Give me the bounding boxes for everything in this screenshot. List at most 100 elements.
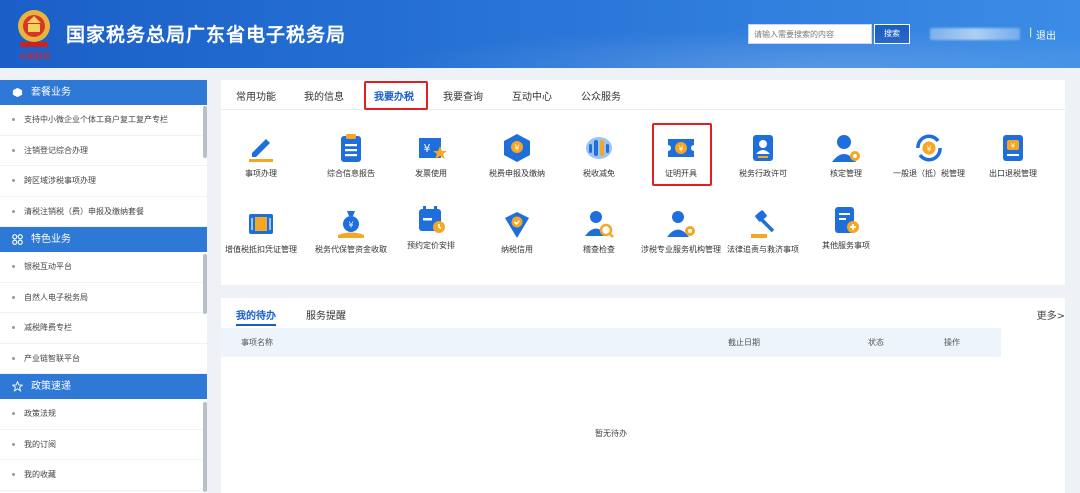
top-header: 中国税务 国家税务总局广东省电子税务局 搜索 | 退出 xyxy=(0,0,1080,68)
service-label: 税费申报及缴纳 xyxy=(489,169,545,178)
service-label: 核定管理 xyxy=(830,169,862,178)
todo-table-header: 事项名称 截止日期 状态 操作 xyxy=(221,328,1001,357)
service-label: 税收减免 xyxy=(583,169,615,178)
sidebar-item-label: 清税注销税（费）申报及缴纳套餐 xyxy=(24,206,144,216)
sidebar-item[interactable]: 减税降费专栏 xyxy=(0,313,207,344)
service-label: 法律追责与救济事项 xyxy=(727,245,799,254)
sidebar-item[interactable]: 银税互动平台 xyxy=(0,252,207,283)
svg-text:¥: ¥ xyxy=(1011,142,1016,150)
service-item-custody-funds[interactable]: ¥ 税务代保管资金收取 xyxy=(311,208,391,255)
service-item-inspection[interactable]: 稽查检查 xyxy=(559,208,639,255)
pen-icon xyxy=(249,139,273,162)
service-item-info-report[interactable]: 综合信息报告 xyxy=(311,132,391,179)
more-link[interactable]: 更多> xyxy=(1037,307,1065,322)
invoice-icon: ¥ xyxy=(419,138,447,159)
tab-public-service[interactable]: 公众服务 xyxy=(581,88,621,103)
sidebar-item-label: 减税降费专栏 xyxy=(24,323,72,332)
sidebar-item[interactable]: 清税注销税（费）申报及缴纳套餐 xyxy=(0,197,207,227)
service-label: 纳税信用 xyxy=(501,245,533,254)
export-refund-icon: ¥ xyxy=(1003,135,1023,161)
service-label: 出口退税管理 xyxy=(989,169,1037,178)
coin-stack-icon xyxy=(586,137,612,159)
column-header-status: 状态 xyxy=(868,338,884,347)
highlighted-service-box xyxy=(652,123,712,186)
service-label: 一般退（抵）税管理 xyxy=(893,169,965,178)
active-tab-underline xyxy=(236,324,276,326)
sidebar-item[interactable]: 跨区域涉税事项办理 xyxy=(0,166,207,197)
clipboard-icon xyxy=(341,134,361,162)
service-item-tax-credit[interactable]: 纳税信用 xyxy=(477,208,557,255)
active-tab-highlight xyxy=(364,81,428,110)
tab-service-reminder[interactable]: 服务提醒 xyxy=(306,307,346,322)
sidebar-item-label: 跨区域涉税事项办理 xyxy=(24,176,96,185)
service-item-declaration[interactable]: ¥ 税费申报及缴纳 xyxy=(477,132,557,179)
sidebar-section-packages[interactable]: 套餐业务 xyxy=(0,80,207,105)
tab-common-functions[interactable]: 常用功能 xyxy=(236,88,276,103)
sidebar-section-policy[interactable]: 政策速递 xyxy=(0,374,207,399)
scrollbar-thumb[interactable] xyxy=(203,402,207,492)
logout-link[interactable]: 退出 xyxy=(1036,27,1056,42)
service-item-pricing-arrangement[interactable]: 预约定价安排 xyxy=(391,204,471,251)
sidebar-item[interactable]: 我的订阅 xyxy=(0,430,207,460)
sidebar-item-label: 银税互动平台 xyxy=(24,262,72,271)
service-label: 税务行政许可 xyxy=(739,169,787,178)
search-input[interactable] xyxy=(748,24,872,44)
sidebar-section-title: 政策速递 xyxy=(31,381,71,392)
service-item-export-refund[interactable]: ¥ 出口退税管理 xyxy=(973,132,1053,179)
service-label: 增值税抵扣凭证管理 xyxy=(225,245,297,254)
blurred-username xyxy=(930,28,1020,40)
svg-text:¥: ¥ xyxy=(348,221,353,230)
svg-text:¥: ¥ xyxy=(514,144,519,153)
service-item-general-refund[interactable]: ¥ 一般退（抵）税管理 xyxy=(889,132,969,179)
service-label: 税务代保管资金收取 xyxy=(315,245,387,254)
column-header-action: 操作 xyxy=(944,338,960,347)
sidebar-item-label: 我的收藏 xyxy=(24,470,56,479)
main-tabs: 常用功能 我的信息 我要办税 我要查询 互动中心 公众服务 xyxy=(221,80,1065,110)
services-panel: 常用功能 我的信息 我要办税 我要查询 互动中心 公众服务 事项办理 综合信息报… xyxy=(221,80,1065,285)
tab-my-todo[interactable]: 我的待办 xyxy=(236,307,276,322)
sidebar-section-featured[interactable]: 特色业务 xyxy=(0,227,207,252)
service-item-vat-voucher[interactable]: 增值税抵扣凭证管理 xyxy=(221,208,301,255)
sidebar-item[interactable]: 支持中小微企业个体工商户复工复产专栏 xyxy=(0,105,207,136)
service-item-assessment[interactable]: 核定管理 xyxy=(806,132,886,179)
inspector-icon xyxy=(585,211,614,238)
column-header-name: 事项名称 xyxy=(241,338,273,347)
service-label: 稽查检查 xyxy=(583,245,615,254)
sidebar-item-label: 自然人电子税务局 xyxy=(24,292,88,302)
user-gear-icon xyxy=(832,135,860,162)
service-item-matter-handling[interactable]: 事项办理 xyxy=(221,132,301,179)
service-item-other-services[interactable]: 其他服务事项 xyxy=(806,204,886,251)
tab-query[interactable]: 我要查询 xyxy=(443,88,483,103)
scrollbar-thumb[interactable] xyxy=(203,254,207,314)
sidebar-item[interactable]: 我的收藏 xyxy=(0,460,207,491)
scrollbar-thumb[interactable] xyxy=(203,106,207,158)
tab-my-info[interactable]: 我的信息 xyxy=(304,88,344,103)
empty-state-text: 暂无待办 xyxy=(595,429,627,438)
voucher-icon xyxy=(249,214,273,234)
calendar-clock-icon xyxy=(419,206,445,233)
sidebar-item[interactable]: 自然人电子税务局 xyxy=(0,283,207,313)
todo-panel: 我的待办 服务提醒 更多> 事项名称 截止日期 状态 操作 暂无待办 xyxy=(221,298,1065,493)
svg-text:¥: ¥ xyxy=(926,145,931,154)
agent-icon xyxy=(667,211,695,237)
sidebar-item-label: 支持中小微企业个体工商户复工复产专栏 xyxy=(24,115,168,124)
column-header-deadline: 截止日期 xyxy=(728,338,760,347)
sidebar-item-label: 政策法规 xyxy=(24,409,56,418)
sidebar-item[interactable]: 产业链智联平台 xyxy=(0,344,207,374)
service-item-tax-reduction[interactable]: 税收减免 xyxy=(559,132,639,179)
refund-cycle-icon: ¥ xyxy=(916,134,942,162)
search-button[interactable]: 搜索 xyxy=(874,24,910,44)
document-plus-icon xyxy=(835,207,859,233)
service-label: 发票使用 xyxy=(415,169,447,178)
header-separator: | xyxy=(1029,27,1033,38)
sidebar-item[interactable]: 注销登记综合办理 xyxy=(0,136,207,166)
service-item-admin-license[interactable]: 税务行政许可 xyxy=(723,132,803,179)
tax-emblem-logo: 中国税务 xyxy=(18,10,51,61)
sidebar-item[interactable]: 政策法规 xyxy=(0,399,207,430)
credit-shield-icon xyxy=(505,212,529,238)
service-item-invoice[interactable]: ¥ 发票使用 xyxy=(391,132,471,179)
service-item-agency-management[interactable]: 涉税专业服务机构管理 xyxy=(641,208,721,255)
sidebar: 套餐业务 支持中小微企业个体工商户复工复产专栏 注销登记综合办理 跨区域涉税事项… xyxy=(0,80,207,493)
service-item-legal-relief[interactable]: 法律追责与救济事项 xyxy=(723,208,803,255)
tab-interaction-center[interactable]: 互动中心 xyxy=(512,88,552,103)
